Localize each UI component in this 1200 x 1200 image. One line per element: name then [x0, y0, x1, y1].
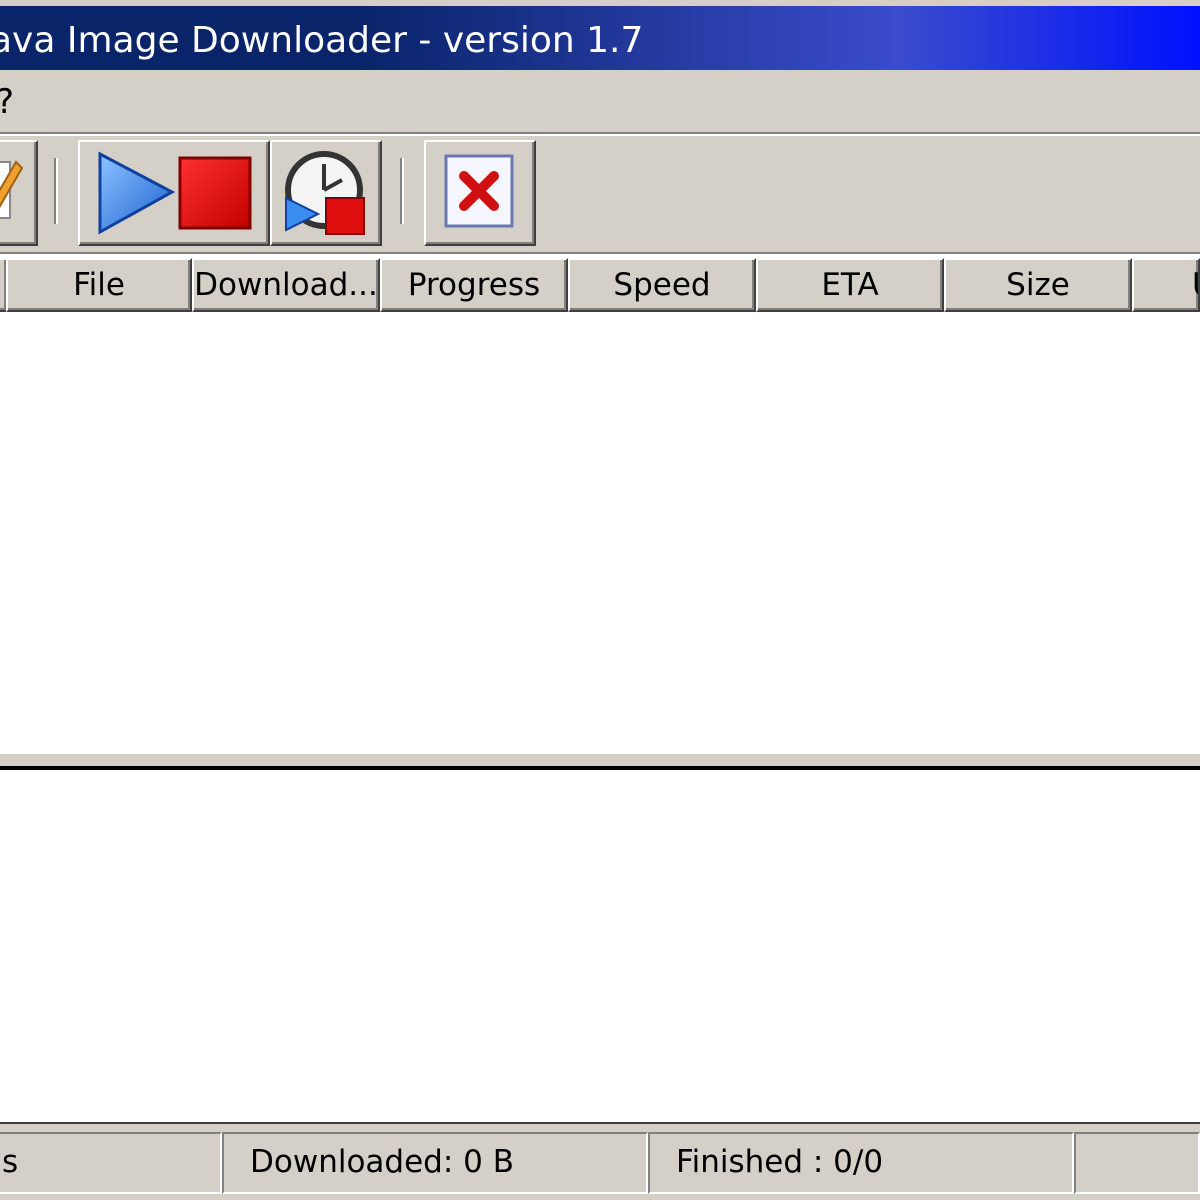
column-header-size[interactable]: Size: [944, 258, 1132, 312]
column-header-download[interactable]: Download...: [192, 258, 380, 312]
toolbar-divider: [400, 158, 404, 224]
pane-splitter[interactable]: [0, 752, 1200, 770]
status-finished: Finished : 0/0: [648, 1132, 1074, 1194]
window-title: ava Image Downloader - version 1.7: [0, 20, 644, 61]
column-header-speed[interactable]: Speed: [568, 258, 756, 312]
delete-button[interactable]: [424, 140, 536, 246]
column-header-file[interactable]: File: [6, 258, 192, 312]
scheduler-button[interactable]: [270, 140, 382, 246]
table-body[interactable]: [0, 312, 1200, 752]
toolbar: [0, 136, 1200, 252]
status-bar: s Downloaded: 0 B Finished : 0/0: [0, 1122, 1200, 1200]
download-table: File Download... Progress Speed ETA Size…: [0, 252, 1200, 764]
start-stop-button[interactable]: [78, 140, 270, 246]
status-cell-3: [1074, 1132, 1200, 1194]
clock-schedule-icon: [285, 151, 365, 235]
column-header-eta[interactable]: ETA: [756, 258, 944, 312]
column-header-progress[interactable]: Progress: [380, 258, 568, 312]
title-bar[interactable]: ava Image Downloader - version 1.7: [0, 0, 1200, 70]
status-cell-0: s: [0, 1132, 222, 1194]
edit-document-icon: [0, 160, 24, 219]
delete-x-icon: [444, 154, 514, 228]
menu-help[interactable]: ?: [0, 80, 14, 124]
status-downloaded: Downloaded: 0 B: [222, 1132, 648, 1194]
edit-button[interactable]: [0, 140, 38, 246]
play-stop-icon: [98, 151, 252, 235]
toolbar-divider: [54, 158, 58, 224]
menu-bar: ?: [0, 70, 1200, 134]
app-window: ava Image Downloader - version 1.7 ?: [0, 0, 1200, 1200]
log-panel[interactable]: [0, 770, 1200, 1122]
column-header-u[interactable]: U: [1132, 258, 1200, 312]
